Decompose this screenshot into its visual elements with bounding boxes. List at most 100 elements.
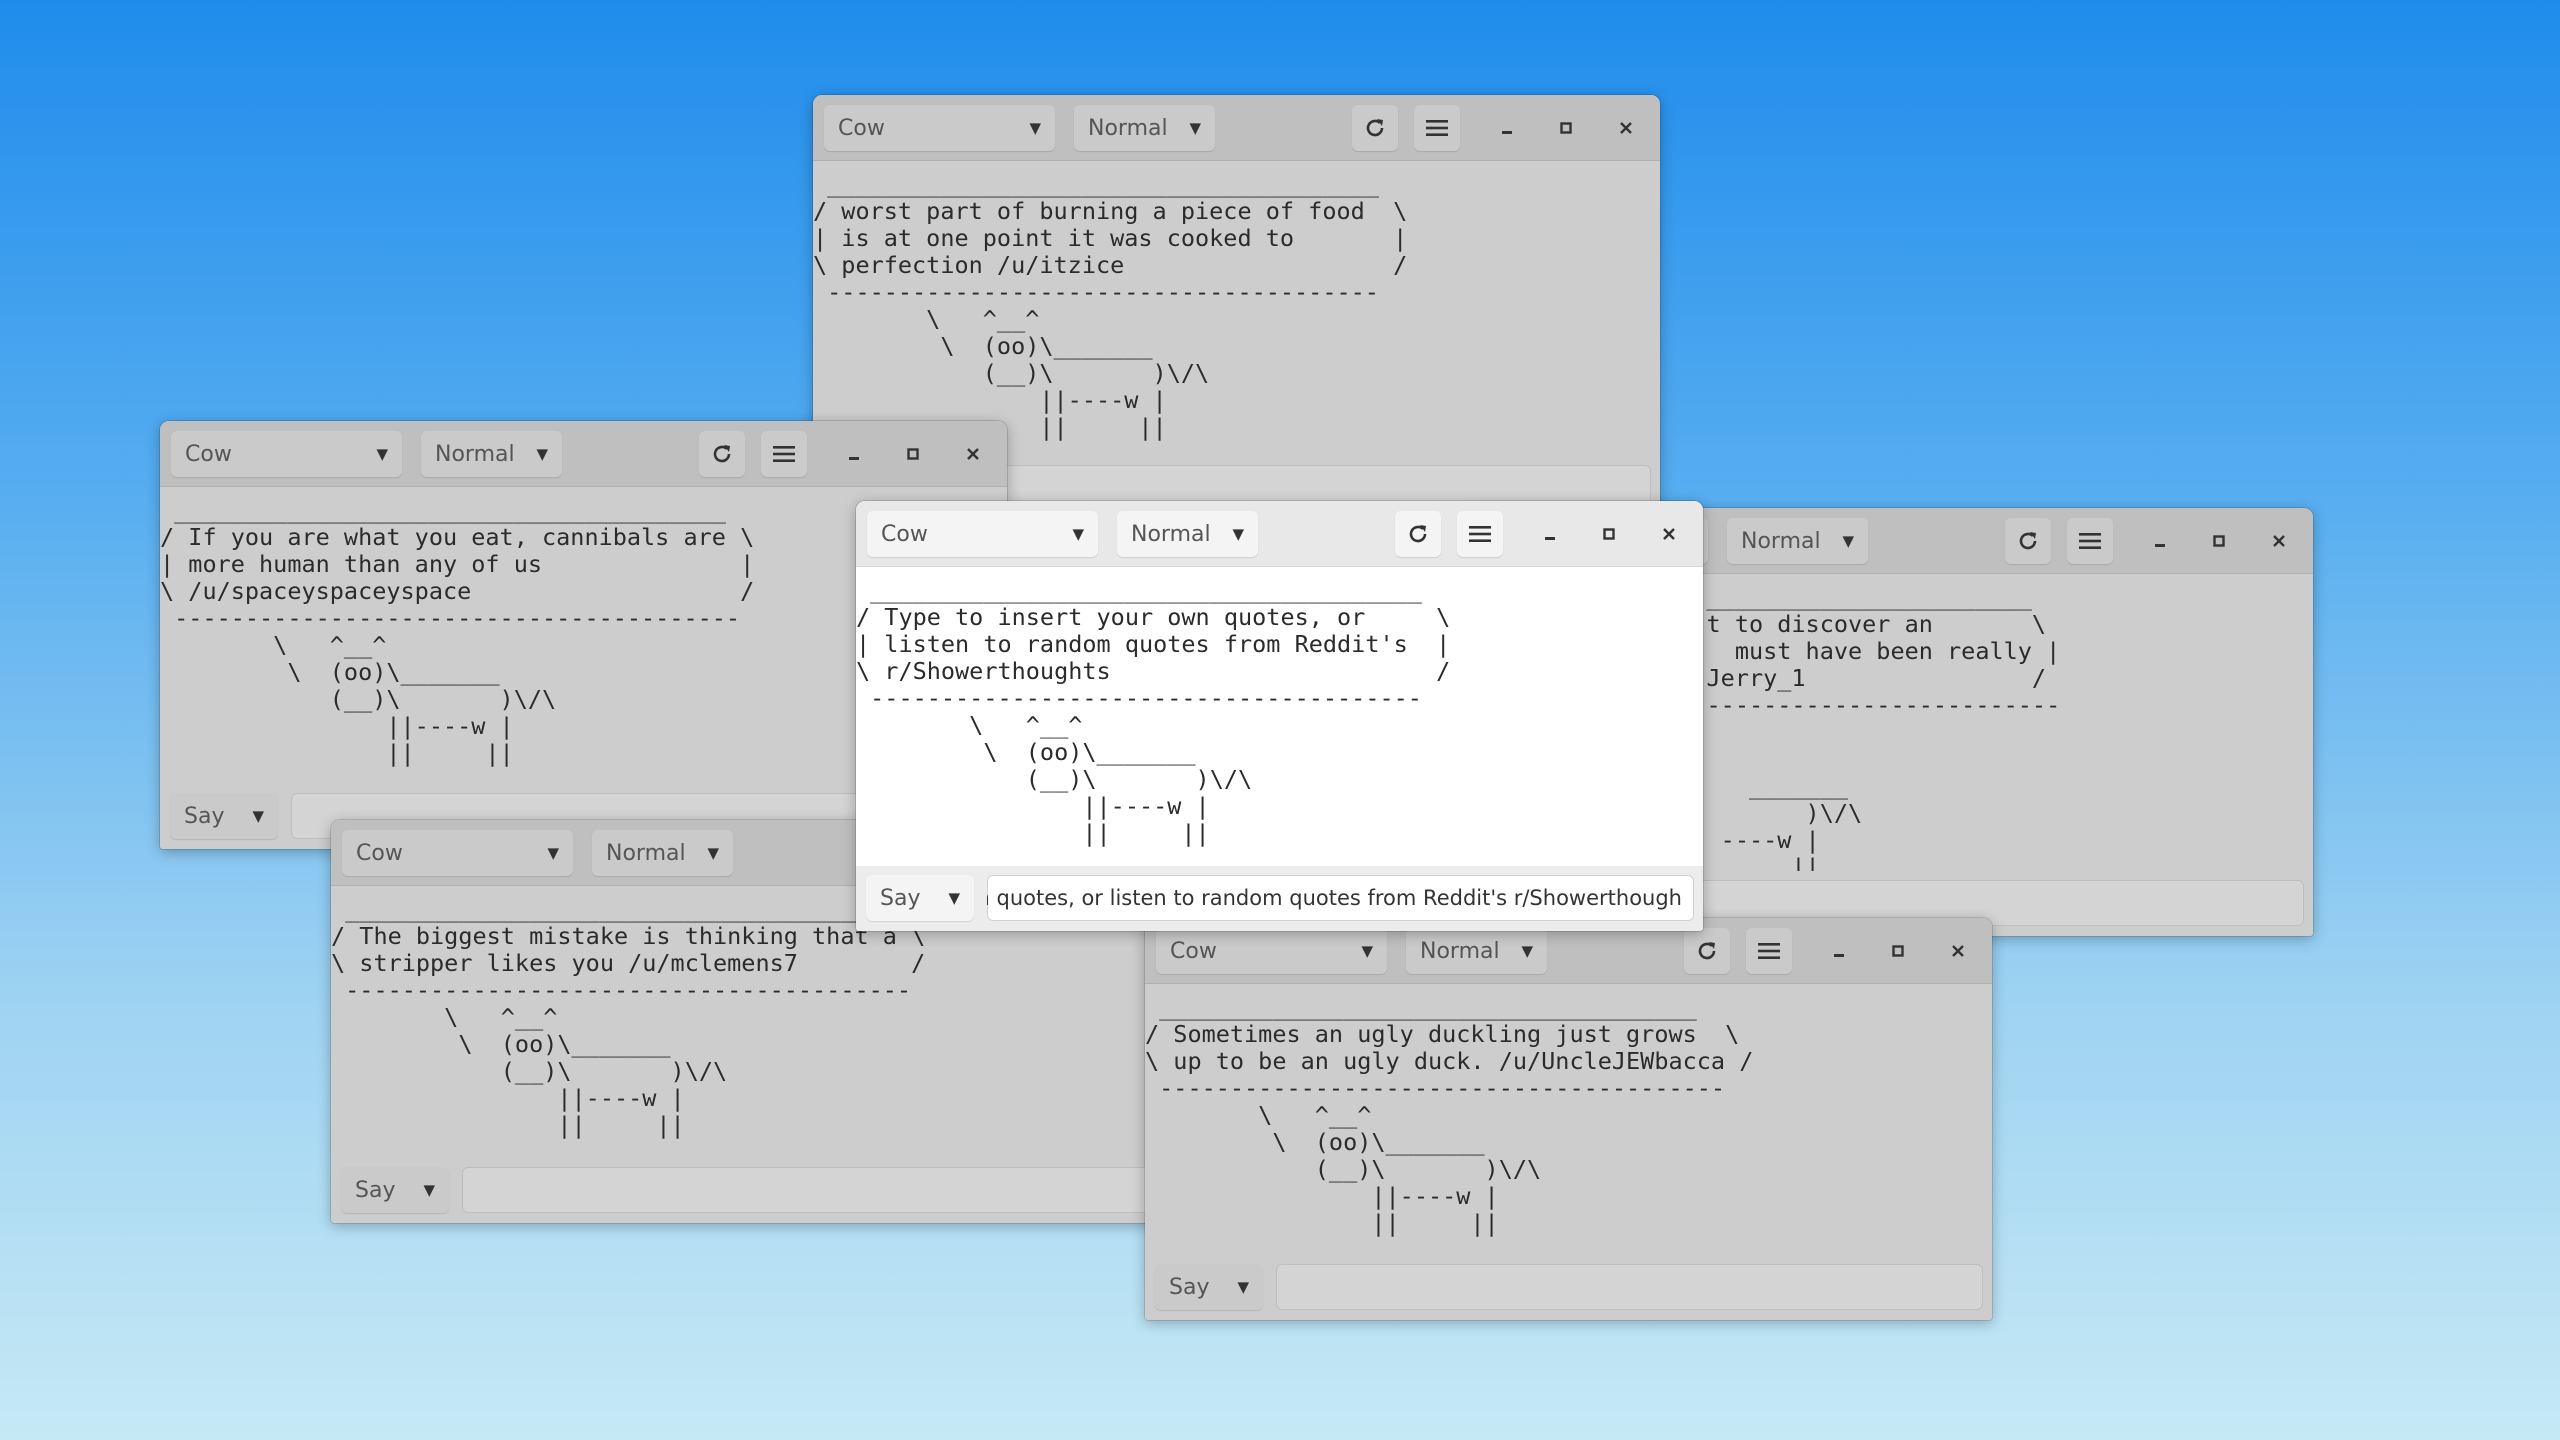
cowsay-output: ______________________________________ /… bbox=[1145, 984, 1992, 1255]
triangle-down-icon: ▼ bbox=[1029, 119, 1041, 137]
minimize-icon bbox=[1500, 121, 1514, 135]
cow-select-dropdown[interactable]: Cow ▼ bbox=[867, 511, 1098, 557]
close-icon bbox=[965, 446, 981, 462]
cowsay-text: _______________________________________ … bbox=[160, 496, 755, 767]
menu-button[interactable] bbox=[2067, 518, 2113, 564]
minimize-button[interactable] bbox=[2140, 518, 2180, 564]
triangle-down-icon: ▼ bbox=[707, 844, 719, 862]
say-mode-dropdown[interactable]: Say ▼ bbox=[866, 875, 974, 921]
quote-input[interactable]: r own quotes, or listen to random quotes… bbox=[987, 875, 1694, 921]
close-icon bbox=[1950, 943, 1966, 959]
cowsay-output: _______________________________________ … bbox=[813, 161, 1660, 456]
close-icon bbox=[2271, 533, 2287, 549]
menu-button[interactable] bbox=[1457, 511, 1503, 557]
quote-input[interactable] bbox=[1276, 1264, 1983, 1310]
triangle-down-icon: ▼ bbox=[948, 889, 960, 907]
triangle-down-icon: ▼ bbox=[1237, 1278, 1249, 1296]
close-icon bbox=[1661, 526, 1677, 542]
triangle-down-icon: ▼ bbox=[423, 1181, 435, 1199]
minimize-icon bbox=[1543, 527, 1557, 541]
refresh-icon bbox=[1695, 939, 1719, 963]
header-bar[interactable]: Cow ▼ Normal ▼ bbox=[856, 501, 1703, 567]
mode-select-label: Normal bbox=[1741, 528, 1821, 554]
quote-input-text: r own quotes, or listen to random quotes… bbox=[987, 886, 1682, 910]
refresh-icon bbox=[710, 442, 734, 466]
say-mode-dropdown[interactable]: Say ▼ bbox=[341, 1167, 449, 1213]
say-mode-dropdown[interactable]: Say ▼ bbox=[1155, 1264, 1263, 1310]
cowsay-output: _______________________________________ … bbox=[856, 567, 1703, 866]
cow-select-dropdown[interactable]: Cow ▼ bbox=[171, 431, 402, 477]
maximize-icon bbox=[906, 447, 920, 461]
close-button[interactable] bbox=[2259, 518, 2299, 564]
menu-button[interactable] bbox=[1414, 105, 1460, 151]
maximize-button[interactable] bbox=[1546, 105, 1586, 151]
triangle-down-icon: ▼ bbox=[1361, 942, 1373, 960]
mode-select-dropdown[interactable]: Normal ▼ bbox=[1727, 518, 1868, 564]
header-bar[interactable]: Cow ▼ Normal ▼ bbox=[813, 95, 1660, 161]
mode-select-label: Normal bbox=[606, 840, 686, 866]
refresh-icon bbox=[1363, 116, 1387, 140]
cow-select-label: Cow bbox=[1170, 938, 1217, 964]
say-mode-dropdown[interactable]: Say ▼ bbox=[170, 793, 278, 839]
refresh-button[interactable] bbox=[1684, 928, 1730, 974]
minimize-icon bbox=[2153, 534, 2167, 548]
maximize-button[interactable] bbox=[1589, 511, 1629, 557]
mode-select-label: Normal bbox=[1131, 521, 1211, 547]
minimize-button[interactable] bbox=[1487, 105, 1527, 151]
close-button[interactable] bbox=[1938, 928, 1978, 974]
cow-select-label: Cow bbox=[185, 441, 232, 467]
mode-select-label: Normal bbox=[1420, 938, 1500, 964]
cow-select-dropdown[interactable]: Cow ▼ bbox=[342, 830, 573, 876]
close-icon bbox=[1618, 120, 1634, 136]
menu-button[interactable] bbox=[1746, 928, 1792, 974]
refresh-button[interactable] bbox=[1395, 511, 1441, 557]
cowsay-text: _______________________________________ … bbox=[813, 170, 1408, 441]
cowsay-text: _______________________________________ … bbox=[331, 895, 926, 1139]
close-button[interactable] bbox=[1606, 105, 1646, 151]
maximize-button[interactable] bbox=[2199, 518, 2239, 564]
refresh-icon bbox=[2016, 529, 2040, 553]
refresh-button[interactable] bbox=[699, 431, 745, 477]
input-bar: Say ▼ bbox=[1145, 1255, 1992, 1320]
mode-select-label: Normal bbox=[435, 441, 515, 467]
minimize-icon bbox=[1832, 944, 1846, 958]
maximize-button[interactable] bbox=[1878, 928, 1918, 974]
maximize-icon bbox=[1891, 944, 1905, 958]
refresh-button[interactable] bbox=[1352, 105, 1398, 151]
mode-select-dropdown[interactable]: Normal ▼ bbox=[1406, 928, 1547, 974]
cow-select-label: Cow bbox=[838, 115, 885, 141]
hamburger-menu-icon bbox=[1469, 524, 1491, 544]
hamburger-menu-icon bbox=[773, 444, 795, 464]
cow-select-dropdown[interactable]: Cow ▼ bbox=[1156, 928, 1387, 974]
cowsay-text: ______________________________________ /… bbox=[1145, 993, 1754, 1237]
refresh-icon bbox=[1406, 522, 1430, 546]
say-mode-label: Say bbox=[1169, 1274, 1210, 1300]
minimize-button[interactable] bbox=[1530, 511, 1570, 557]
cow-select-label: Cow bbox=[356, 840, 403, 866]
cow-select-label: Cow bbox=[881, 521, 928, 547]
refresh-button[interactable] bbox=[2005, 518, 2051, 564]
quote-input[interactable] bbox=[462, 1167, 1169, 1213]
header-bar[interactable]: Cow ▼ Normal ▼ bbox=[160, 421, 1007, 487]
mode-select-dropdown[interactable]: Normal ▼ bbox=[421, 431, 562, 477]
mode-select-dropdown[interactable]: Normal ▼ bbox=[1074, 105, 1215, 151]
minimize-button[interactable] bbox=[834, 431, 874, 477]
triangle-down-icon: ▼ bbox=[536, 445, 548, 463]
input-bar: Say ▼ r own quotes, or listen to random qu… bbox=[856, 866, 1703, 931]
close-button[interactable] bbox=[1649, 511, 1689, 557]
menu-button[interactable] bbox=[761, 431, 807, 477]
hamburger-menu-icon bbox=[2079, 531, 2101, 551]
input-bar: Say ▼ bbox=[331, 1158, 1178, 1223]
minimize-button[interactable] bbox=[1819, 928, 1859, 974]
cow-select-dropdown[interactable]: Cow ▼ bbox=[824, 105, 1055, 151]
cowsay-window-center[interactable]: Cow ▼ Normal ▼ ____________________________… bbox=[856, 501, 1703, 931]
maximize-button[interactable] bbox=[893, 431, 933, 477]
mode-select-dropdown[interactable]: Normal ▼ bbox=[1117, 511, 1258, 557]
hamburger-menu-icon bbox=[1426, 118, 1448, 138]
triangle-down-icon: ▼ bbox=[547, 844, 559, 862]
cowsay-window-bottom-right[interactable]: Cow ▼ Normal ▼ ____________________________… bbox=[1145, 918, 1992, 1320]
say-mode-label: Say bbox=[880, 885, 921, 911]
mode-select-dropdown[interactable]: Normal ▼ bbox=[592, 830, 733, 876]
close-button[interactable] bbox=[953, 431, 993, 477]
say-mode-label: Say bbox=[355, 1177, 396, 1203]
